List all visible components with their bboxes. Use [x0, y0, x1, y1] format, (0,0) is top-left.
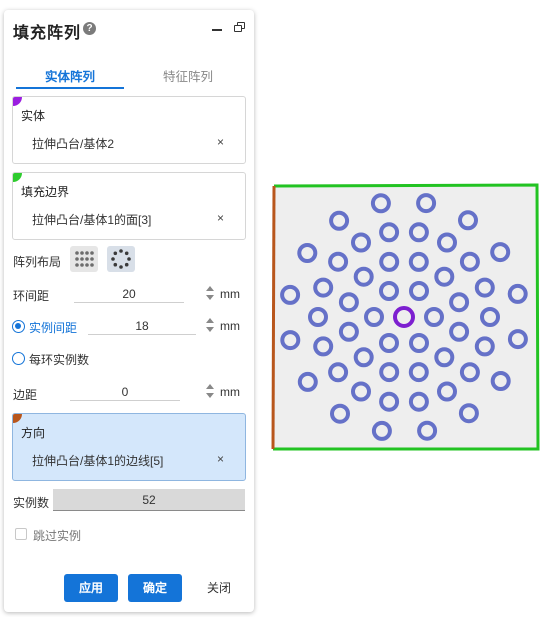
direction-color-marker: [13, 414, 22, 423]
restore-window-icon[interactable]: [234, 22, 246, 33]
instance-spacing-unit: mm: [220, 319, 240, 333]
fill-pattern-panel: 填充阵列 ? 实体阵列 特征阵列 实体 拉伸凸台/基体2 × 填充边界 拉伸凸台…: [4, 10, 254, 612]
margin-unit: mm: [220, 385, 240, 399]
fill-pattern-preview[interactable]: [270, 182, 540, 452]
instance-count-field: 52: [53, 489, 245, 511]
ok-button[interactable]: 确定: [128, 574, 182, 602]
per-ring-count-radio[interactable]: [12, 352, 25, 365]
instance-count-label: 实例数: [13, 496, 50, 510]
direction-label: 方向: [21, 426, 46, 440]
margin-spinner[interactable]: [206, 384, 215, 400]
circular-layout-button[interactable]: [107, 246, 135, 272]
grid-layout-button[interactable]: [70, 246, 98, 272]
instance-spacing-row: 18 mm: [4, 317, 254, 337]
apply-button[interactable]: 应用: [64, 574, 118, 602]
layout-label: 阵列布局: [13, 255, 62, 269]
boundary-color-marker: [13, 173, 22, 182]
skip-instances-checkbox[interactable]: [15, 528, 27, 540]
model-viewport[interactable]: [270, 182, 540, 452]
ring-spacing-unit: mm: [220, 287, 240, 301]
close-button[interactable]: 关闭: [192, 574, 246, 602]
entity-selection-box[interactable]: 实体 拉伸凸台/基体2 ×: [12, 96, 246, 164]
margin-input[interactable]: 0: [70, 383, 180, 401]
circular-layout-icon: [111, 249, 131, 269]
direction-value: 拉伸凸台/基体1的边线[5]: [32, 454, 164, 468]
per-ring-count-label: 每环实例数: [29, 353, 90, 367]
direction-selection-box[interactable]: 方向 拉伸凸台/基体1的边线[5] ×: [12, 413, 246, 481]
ring-spacing-row: 20 mm: [4, 285, 254, 305]
boundary-clear-icon[interactable]: ×: [217, 211, 224, 225]
grid-layout-icon: [75, 251, 94, 267]
direction-edge[interactable]: [271, 185, 276, 450]
ring-spacing-spinner[interactable]: [206, 286, 215, 302]
direction-clear-icon[interactable]: ×: [217, 452, 224, 466]
tab-feature-pattern[interactable]: 特征阵列: [134, 66, 242, 85]
boundary-selection-box[interactable]: 填充边界 拉伸凸台/基体1的面[3] ×: [12, 172, 246, 240]
entity-value: 拉伸凸台/基体2: [32, 137, 115, 151]
instance-spacing-input[interactable]: 18: [88, 317, 196, 335]
help-icon[interactable]: ?: [83, 22, 96, 35]
entity-color-marker: [13, 97, 22, 106]
panel-title: 填充阵列: [13, 25, 82, 42]
instance-spacing-spinner[interactable]: [206, 318, 215, 334]
active-tab-underline: [16, 87, 124, 89]
margin-row: 0 mm: [4, 383, 254, 403]
entity-clear-icon[interactable]: ×: [217, 135, 224, 149]
entity-label: 实体: [21, 109, 46, 123]
boundary-value: 拉伸凸台/基体1的面[3]: [32, 213, 152, 227]
panel-header: 填充阵列 ?: [4, 10, 254, 48]
ring-spacing-input[interactable]: 20: [74, 285, 184, 303]
skip-instances-label: 跳过实例: [33, 529, 82, 543]
tab-entity-pattern[interactable]: 实体阵列: [16, 66, 124, 85]
minimize-icon[interactable]: [212, 29, 222, 31]
boundary-label: 填充边界: [21, 185, 70, 199]
